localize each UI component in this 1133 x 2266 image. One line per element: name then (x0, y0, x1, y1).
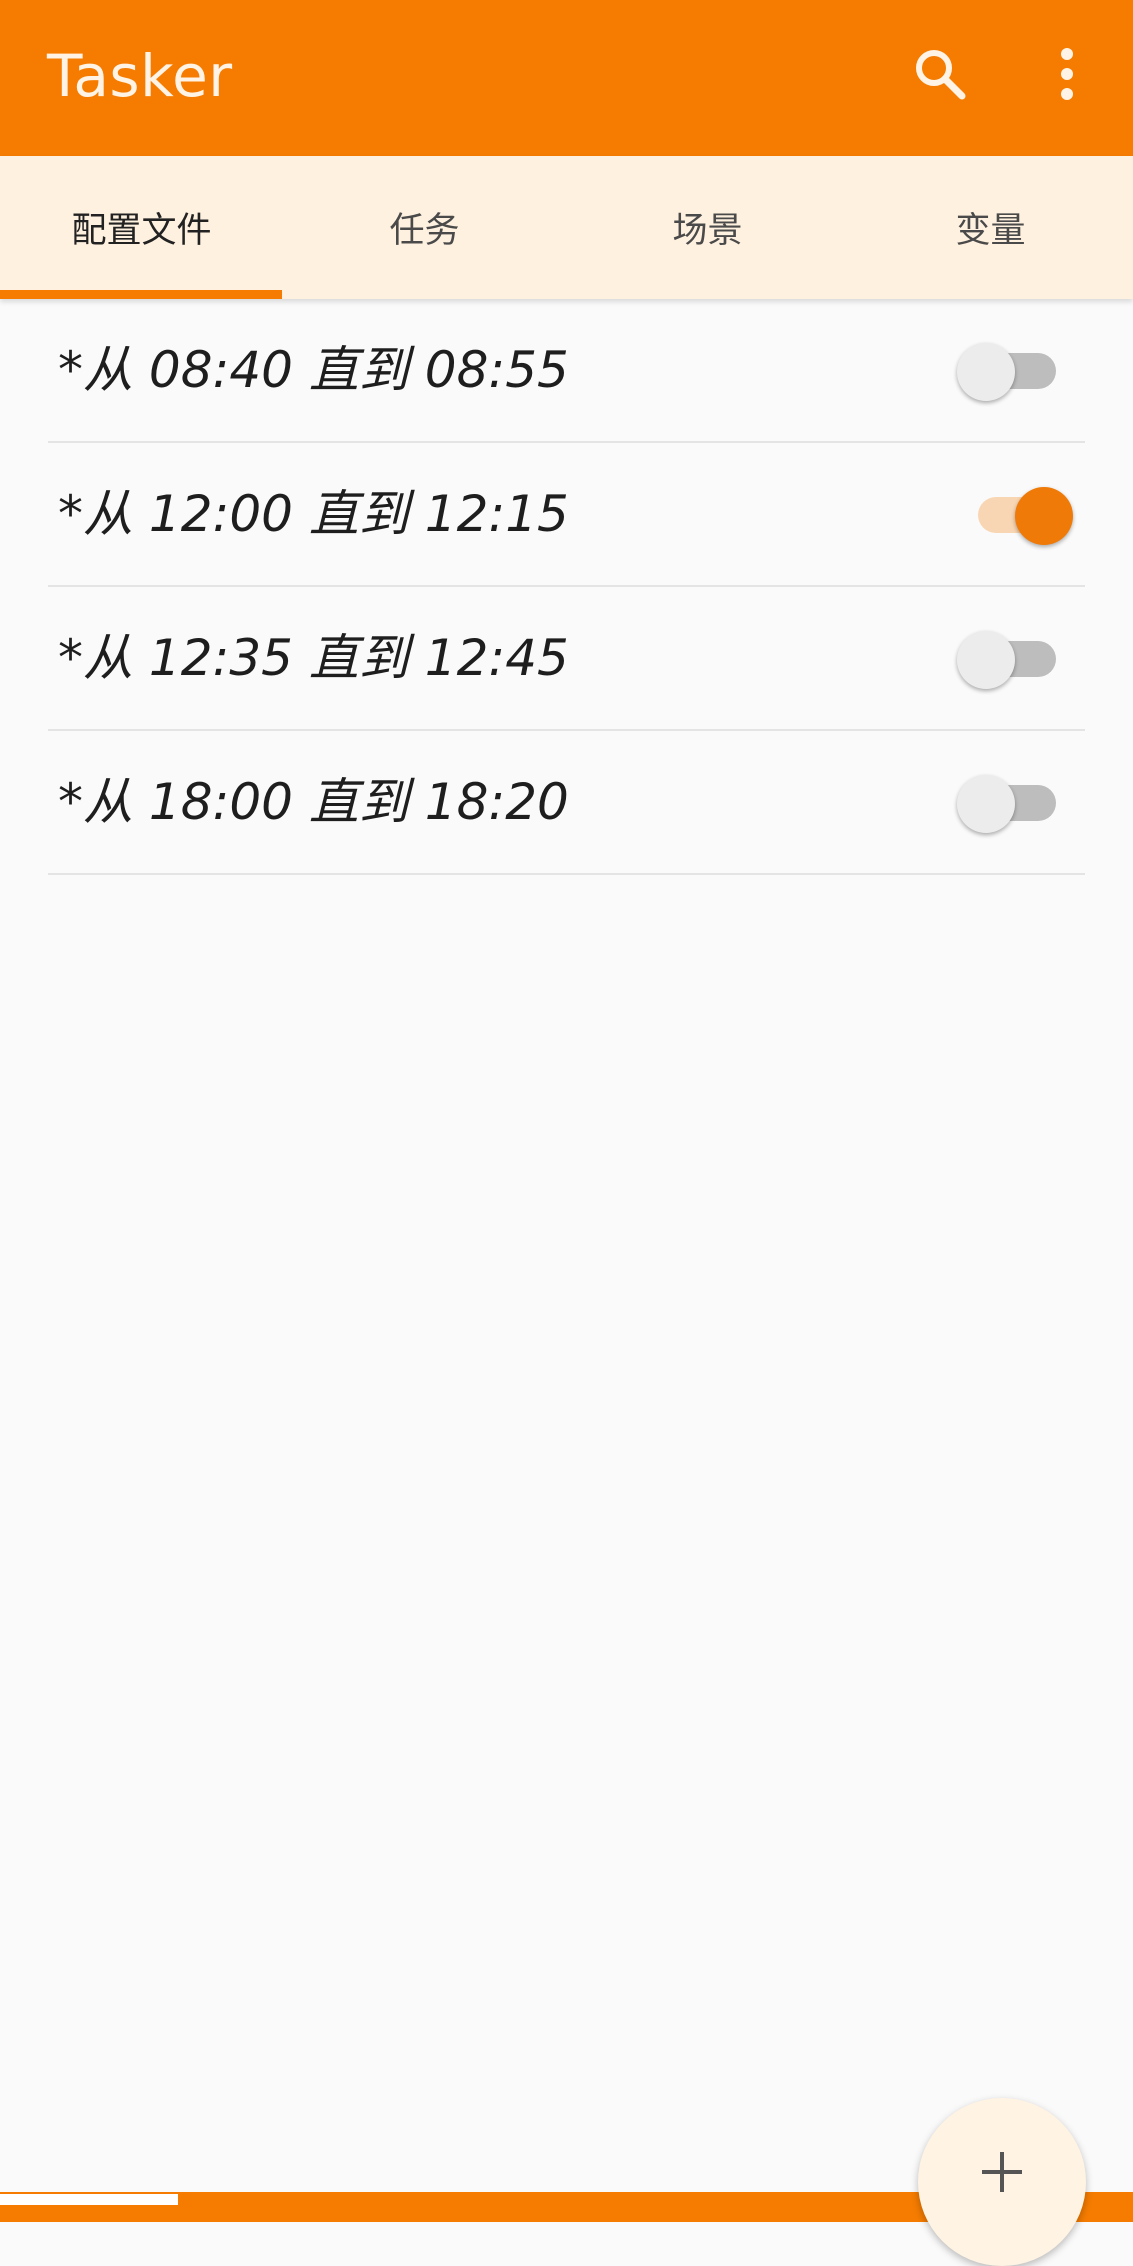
profile-name: *从 18:00 直到 18:20 (58, 773, 569, 831)
switch-thumb (957, 631, 1015, 689)
more-vert-icon (1061, 48, 1073, 100)
progress-indicator (0, 2194, 178, 2205)
search-button[interactable] (900, 34, 980, 114)
overflow-menu-button[interactable] (1027, 34, 1107, 114)
tab-tasks[interactable]: 任务 (283, 156, 566, 299)
plus-icon (982, 2152, 1022, 2192)
row-divider (48, 873, 1085, 875)
profile-name: *从 08:40 直到 08:55 (58, 341, 569, 399)
profile-row[interactable]: *从 18:00 直到 18:20 (0, 731, 1133, 875)
profile-name: *从 12:00 直到 12:15 (58, 485, 569, 543)
profile-toggle-switch[interactable] (955, 775, 1079, 833)
tab-indicator (0, 290, 282, 299)
switch-thumb (957, 343, 1015, 401)
tab-profiles[interactable]: 配置文件 (0, 156, 283, 299)
switch-thumb (1015, 487, 1073, 545)
search-icon (916, 50, 966, 100)
profile-row[interactable]: *从 08:40 直到 08:55 (0, 299, 1133, 443)
profile-name: *从 12:35 直到 12:45 (58, 629, 569, 687)
switch-thumb (957, 775, 1015, 833)
tab-scenes[interactable]: 场景 (566, 156, 849, 299)
profile-row[interactable]: *从 12:35 直到 12:45 (0, 587, 1133, 731)
profile-list: *从 08:40 直到 08:55 *从 12:00 直到 12:15 *从 1… (0, 299, 1133, 875)
tab-variables[interactable]: 变量 (849, 156, 1132, 299)
profile-toggle-switch[interactable] (955, 631, 1079, 689)
app-bar: Tasker (0, 0, 1133, 156)
tab-bar: 配置文件 任务 场景 变量 (0, 156, 1133, 299)
app-title: Tasker (47, 42, 233, 110)
add-profile-button[interactable] (918, 2098, 1086, 2266)
profile-row[interactable]: *从 12:00 直到 12:15 (0, 443, 1133, 587)
profile-toggle-switch[interactable] (955, 487, 1079, 545)
profile-toggle-switch[interactable] (955, 343, 1079, 401)
